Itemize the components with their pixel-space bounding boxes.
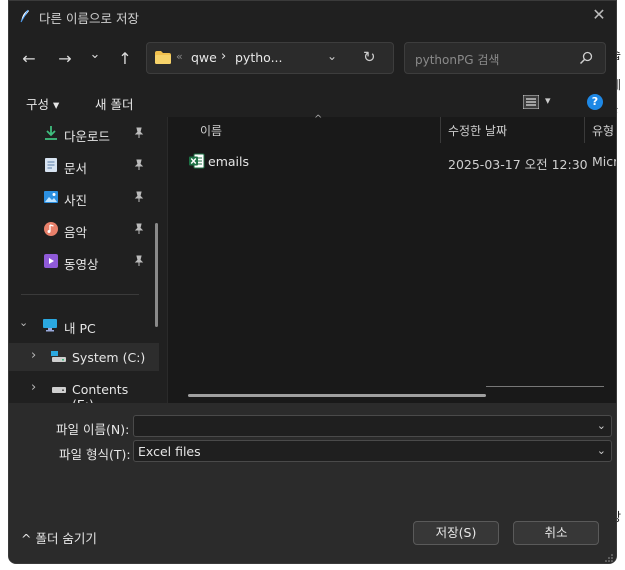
search-box[interactable]: pythonPG 검색	[404, 42, 606, 74]
file-modified-date: 2025-03-17 오전 12:30	[448, 157, 588, 172]
search-placeholder: pythonPG 검색	[415, 53, 500, 67]
chevron-right-icon[interactable]: ›	[31, 380, 36, 395]
picture-icon	[44, 191, 58, 203]
sidebar-item-label: 내 PC	[64, 321, 96, 336]
save-as-dialog: 다른 이름으로 저장 ✕ ← → ⌄ ↑ « qwe › pytho... ⌄ …	[8, 0, 617, 564]
file-row[interactable]: emails 2025-03-17 오전 12:30 Micro	[168, 151, 616, 173]
breadcrumb-qwe[interactable]: qwe	[191, 50, 217, 65]
folder-icon	[155, 51, 171, 64]
file-list: ^ 이름 수정한 날짜 유형 emails 2025-03-17 오전 12:3…	[167, 114, 616, 403]
column-header-modified[interactable]: 수정한 날짜	[448, 122, 507, 139]
list-view-icon	[523, 95, 539, 109]
refresh-button[interactable]: ↻	[363, 48, 376, 66]
cancel-button[interactable]: 취소	[513, 521, 599, 545]
recent-locations-button[interactable]: ⌄	[83, 43, 107, 67]
file-name: emails	[208, 154, 249, 169]
sidebar-divider	[21, 294, 139, 295]
column-header-type[interactable]: 유형	[592, 122, 614, 139]
sidebar-item-label: 다운로드	[64, 129, 111, 144]
address-dropdown-button[interactable]: ⌄	[327, 49, 337, 63]
column-divider[interactable]	[440, 117, 441, 143]
navigation-pane: 다운로드 문서 사진 음악 동영상 ⌄ 내 PC › System (C:) ›…	[9, 117, 159, 403]
chevron-down-icon: ▾	[545, 94, 551, 107]
sidebar-item-label: 동영상	[64, 257, 99, 272]
filetype-label: 파일 형식(T):	[59, 447, 131, 462]
quill-icon	[20, 9, 29, 23]
excel-file-icon	[189, 153, 205, 169]
sidebar-item-this-pc[interactable]: ⌄ 내 PC	[9, 311, 154, 339]
window-title: 다른 이름으로 저장	[39, 11, 139, 26]
filename-input[interactable]: ⌄	[133, 415, 612, 437]
filetype-value: Excel files	[138, 444, 201, 459]
overflow-chevron[interactable]: «	[176, 50, 183, 63]
document-icon	[45, 158, 57, 172]
download-icon	[45, 126, 57, 140]
hide-folders-button[interactable]: ^ 폴더 숨기기	[21, 528, 97, 547]
pin-icon	[134, 255, 144, 266]
file-type: Micro	[592, 154, 616, 169]
scroll-track-line	[486, 386, 604, 387]
sidebar-item-label: 문서	[64, 161, 88, 176]
sidebar-item-documents[interactable]: 문서	[9, 151, 154, 179]
organize-button[interactable]: 구성 ▾	[26, 94, 59, 113]
navigation-bar: ← → ⌄ ↑ « qwe › pytho... ⌄ ↻ pythonPG 검색	[9, 33, 616, 85]
sidebar-item-label: 사진	[64, 193, 88, 208]
title-bar: 다른 이름으로 저장 ✕	[9, 1, 616, 31]
search-icon	[579, 51, 593, 65]
music-icon	[44, 222, 58, 236]
forward-button[interactable]: →	[53, 47, 77, 71]
breadcrumb-separator: ›	[221, 49, 227, 64]
sort-ascending-icon: ^	[314, 114, 323, 125]
sidebar-scrollbar[interactable]	[155, 223, 158, 327]
pin-icon	[134, 223, 144, 234]
pin-icon	[134, 159, 144, 170]
breadcrumb-pythonpg[interactable]: pytho...	[235, 50, 283, 65]
pin-icon	[134, 191, 144, 202]
back-button[interactable]: ←	[17, 47, 41, 71]
horizontal-scrollbar[interactable]	[188, 394, 486, 397]
pin-icon	[134, 127, 144, 138]
computer-icon	[43, 319, 57, 332]
new-folder-button[interactable]: 새 폴더	[95, 94, 133, 113]
chevron-down-icon[interactable]: ⌄	[597, 419, 606, 432]
close-button[interactable]: ✕	[590, 6, 608, 24]
chevron-down-icon[interactable]: ⌄	[19, 316, 28, 329]
resize-grip-icon[interactable]	[605, 554, 613, 562]
sidebar-item-contents-e[interactable]: › Contents (E:)	[9, 375, 154, 403]
column-header-name[interactable]: 이름	[200, 122, 222, 139]
sidebar-item-system-c[interactable]: › System (C:)	[9, 343, 159, 371]
sidebar-item-videos[interactable]: 동영상	[9, 247, 154, 275]
sidebar-item-label: Contents (E:)	[72, 382, 129, 403]
sidebar-item-pictures[interactable]: 사진	[9, 183, 154, 211]
system-drive-icon	[51, 351, 66, 362]
video-icon	[44, 254, 58, 268]
help-icon[interactable]: ?	[587, 94, 603, 110]
column-divider[interactable]	[584, 117, 585, 143]
command-toolbar: 구성 ▾ 새 폴더 ▾ ?	[9, 87, 616, 117]
sidebar-item-label: 음악	[64, 225, 88, 240]
chevron-right-icon[interactable]: ›	[31, 348, 36, 363]
sidebar-item-music[interactable]: 음악	[9, 215, 154, 243]
sidebar-item-downloads[interactable]: 다운로드	[9, 119, 154, 147]
save-options-panel: 파일 이름(N): ⌄ 파일 형식(T): Excel files ⌄ ^ 폴더…	[9, 403, 616, 563]
chevron-down-icon: ⌄	[596, 444, 606, 457]
drive-icon	[52, 387, 66, 393]
address-bar[interactable]: « qwe › pytho... ⌄ ↻	[146, 42, 394, 74]
view-options-button[interactable]: ▾	[523, 94, 557, 112]
filetype-select[interactable]: Excel files ⌄	[133, 440, 612, 462]
sidebar-item-label: System (C:)	[72, 350, 146, 365]
up-button[interactable]: ↑	[113, 47, 137, 71]
filename-label: 파일 이름(N):	[56, 422, 130, 437]
save-button[interactable]: 저장(S)	[413, 521, 499, 545]
